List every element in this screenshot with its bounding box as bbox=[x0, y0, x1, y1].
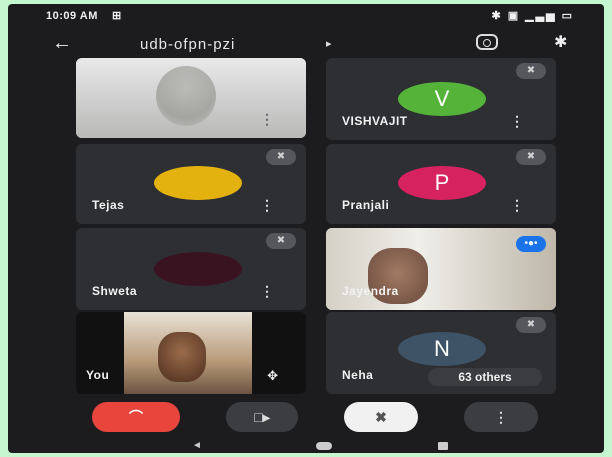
status-time: 10:09 AM bbox=[46, 10, 98, 22]
notification-icon: ⊞ bbox=[112, 10, 122, 22]
participant-tile-neha[interactable]: ✖ N Neha 63 others bbox=[326, 312, 556, 394]
participant-name: You bbox=[86, 368, 110, 382]
avatar: N bbox=[398, 332, 486, 366]
caret-right-icon[interactable]: ▸ bbox=[326, 37, 332, 50]
participant-tile-shweta[interactable]: ✖ Shweta ⋮ bbox=[76, 228, 306, 310]
more-options-icon[interactable]: ⋮ bbox=[510, 197, 524, 214]
more-options-icon[interactable]: ⋮ bbox=[510, 113, 524, 130]
mic-off-icon: ✖ bbox=[516, 317, 546, 333]
more-options-icon[interactable]: ⋮ bbox=[260, 111, 274, 128]
meeting-code[interactable]: udb-ofpn-pzi bbox=[140, 36, 235, 53]
participant-name: Neha bbox=[342, 368, 374, 382]
avatar bbox=[154, 252, 242, 286]
participant-name: VISHVAJIT bbox=[342, 114, 408, 128]
participant-name: Shweta bbox=[92, 284, 138, 298]
call-controls: ⌒ □▸ ✖ ⋮ bbox=[8, 402, 604, 432]
participant-tile-jayendra[interactable]: •●• Jayendra bbox=[326, 228, 556, 310]
nav-recents-icon[interactable] bbox=[438, 442, 448, 450]
participant-name: Jayendra bbox=[342, 284, 399, 298]
participant-name: Tejas bbox=[92, 198, 125, 212]
avatar: P bbox=[398, 166, 486, 200]
bluetooth-audio-icon[interactable]: ✱ bbox=[554, 32, 567, 52]
phone-screen: 10:09 AM ⊞ ✱ ▣ ▁▃▅ ▭ ← udb-ofpn-pzi ▸ ✱ … bbox=[8, 4, 604, 453]
mic-off-icon: ✖ bbox=[516, 63, 546, 79]
status-icons: ✱ ▣ ▁▃▅ ▭ bbox=[491, 10, 574, 22]
more-options-button[interactable]: ⋮ bbox=[464, 402, 538, 432]
participant-tile-tejas[interactable]: ✖ Tejas ⋮ bbox=[76, 144, 306, 224]
mic-toggle-button[interactable]: ✖ bbox=[344, 402, 418, 432]
back-arrow-icon[interactable]: ← bbox=[52, 32, 72, 55]
participant-name: Pranjali bbox=[342, 198, 390, 212]
speaking-indicator-icon: •●• bbox=[516, 236, 546, 252]
nav-home-icon[interactable] bbox=[316, 442, 332, 450]
self-video-face bbox=[158, 332, 206, 382]
end-call-button[interactable]: ⌒ bbox=[92, 402, 180, 432]
nav-back-icon[interactable]: ◄ bbox=[192, 440, 202, 451]
participant-tile-pranjali[interactable]: ✖ P Pranjali ⋮ bbox=[326, 144, 556, 224]
switch-camera-icon[interactable] bbox=[476, 34, 498, 50]
more-options-icon[interactable]: ⋮ bbox=[260, 197, 274, 214]
avatar: V bbox=[398, 82, 486, 116]
participant-tile-vishvajit[interactable]: ✖ V VISHVAJIT ⋮ bbox=[326, 58, 556, 140]
app-bar: ← udb-ofpn-pzi ▸ ✱ bbox=[8, 28, 604, 62]
mic-off-icon: ✖ bbox=[516, 149, 546, 165]
more-options-icon[interactable]: ⋮ bbox=[260, 283, 274, 300]
mic-off-icon: ✖ bbox=[266, 233, 296, 249]
participant-tile-self[interactable]: You ✥ bbox=[76, 312, 306, 394]
participant-tile-1[interactable]: ⋮ bbox=[76, 58, 306, 138]
expand-icon[interactable]: ✥ bbox=[267, 368, 278, 384]
participant-video-face bbox=[156, 66, 216, 126]
self-video bbox=[124, 312, 252, 394]
system-nav-bar: ◄ bbox=[8, 440, 604, 453]
camera-toggle-button[interactable]: □▸ bbox=[226, 402, 298, 432]
status-bar: 10:09 AM ⊞ ✱ ▣ ▁▃▅ ▭ bbox=[8, 4, 604, 28]
others-count-button[interactable]: 63 others bbox=[428, 368, 542, 386]
avatar bbox=[154, 166, 242, 200]
mic-off-icon: ✖ bbox=[266, 149, 296, 165]
